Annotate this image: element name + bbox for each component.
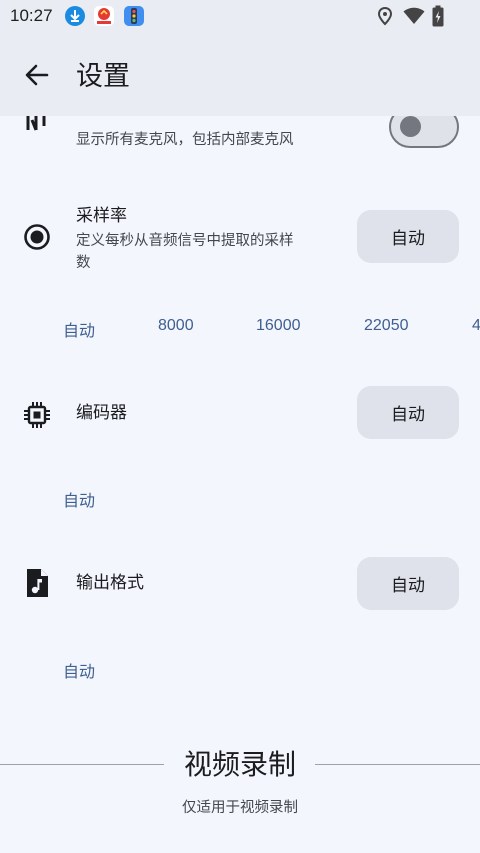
- app-notification-icon: [94, 6, 114, 26]
- video-section-title: 视频录制: [183, 748, 296, 781]
- sample-rate-button[interactable]: 自动: [357, 210, 459, 263]
- battery-charging-icon: [432, 5, 444, 31]
- arrow-back-icon[interactable]: [20, 58, 54, 92]
- output-format-title: 输出格式: [76, 573, 144, 593]
- sample-rate-option-partial[interactable]: 4: [472, 317, 480, 335]
- sample-rate-title: 采样率: [76, 206, 127, 226]
- sample-rate-option-16000[interactable]: 16000: [256, 317, 301, 335]
- encoder-title: 编码器: [76, 403, 127, 423]
- show-all-mics-toggle[interactable]: [389, 116, 459, 148]
- video-section-subtitle: 仅适用于视频录制: [182, 800, 298, 816]
- status-bar: 10:27: [0, 0, 480, 32]
- toggle-knob: [400, 116, 421, 137]
- location-icon: [377, 6, 393, 30]
- download-icon: [65, 6, 85, 26]
- sample-rate-option-22050[interactable]: 22050: [364, 317, 409, 335]
- show-all-mics-subtitle: 显示所有麦克风，包括内部麦克风: [76, 132, 294, 148]
- encoder-button[interactable]: 自动: [357, 386, 459, 439]
- traffic-light-icon: [124, 6, 144, 26]
- sample-rate-subtitle-line1: 定义每秒从音频信号中提取的采样: [76, 233, 294, 249]
- page-title: 设置: [76, 61, 130, 92]
- output-format-button[interactable]: 自动: [357, 557, 459, 610]
- status-time: 10:27: [10, 6, 53, 25]
- radio-button-icon: [22, 222, 52, 256]
- sample-rate-option-auto[interactable]: 自动: [63, 317, 95, 341]
- microphone-icon: [22, 116, 52, 146]
- wifi-icon: [403, 7, 425, 29]
- encoder-option-auto[interactable]: 自动: [63, 487, 95, 511]
- settings-list[interactable]: 显示所有麦克风，包括内部麦克风 采样率 定义每秒从音频信号中提取的采样 数 自动…: [0, 116, 480, 853]
- sample-rate-subtitle-line2: 数: [76, 255, 91, 271]
- chip-icon: [22, 400, 52, 434]
- output-format-option-auto[interactable]: 自动: [63, 658, 95, 682]
- app-bar: 设置: [0, 32, 480, 116]
- music-file-icon: [22, 568, 52, 602]
- sample-rate-option-8000[interactable]: 8000: [158, 317, 194, 335]
